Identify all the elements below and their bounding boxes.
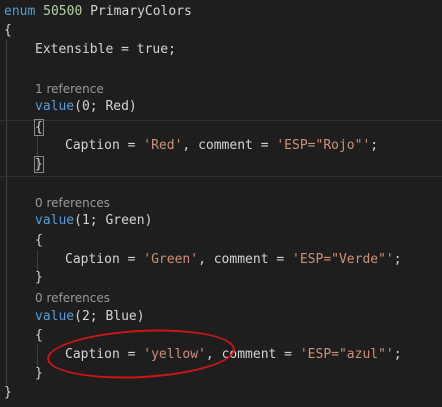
codelens-references[interactable]: 0 references [35, 289, 110, 308]
enum-close-brace: } [4, 385, 12, 400]
comment-string: 'ESP="Verde"' [292, 252, 394, 267]
indent-guide [6, 40, 7, 385]
property-value: true [136, 42, 169, 57]
value-keyword: value [35, 309, 75, 324]
caption-string: 'Red' [143, 138, 183, 153]
caption-keyword: Caption [65, 138, 120, 153]
enum-keyword: enum [4, 4, 36, 19]
property-end: ; [168, 42, 176, 57]
value-declaration-line[interactable]: value(0; Red) [35, 97, 137, 116]
value-declaration-line[interactable]: value(1; Green) [35, 211, 152, 230]
line-separator [0, 120, 442, 121]
caption-string: 'Green' [143, 252, 199, 267]
comment-keyword: comment [213, 252, 269, 267]
value-close-brace: } [34, 155, 44, 174]
enum-open-brace: { [4, 23, 12, 38]
value-declaration-line[interactable]: value(2; Blue) [35, 307, 145, 326]
value-args: (2; Blue) [74, 309, 145, 324]
value-close-brace: } [35, 366, 43, 381]
caption-line[interactable]: Caption = 'Red', comment = 'ESP="Rojo"'; [65, 136, 378, 155]
value-open-brace: { [35, 233, 43, 248]
enum-declaration-line[interactable]: enum 50500 PrimaryColors [4, 2, 192, 21]
value-open-brace: { [34, 118, 44, 137]
property-name: Extensible [35, 42, 114, 57]
value-keyword: value [35, 99, 75, 114]
value-close-brace: } [35, 270, 43, 285]
caption-string: 'yellow' [143, 347, 206, 362]
caption-keyword: Caption [65, 347, 120, 362]
code-editor[interactable]: enum 50500 PrimaryColors { Extensible = … [0, 0, 442, 407]
caption-line[interactable]: Caption = 'Green', comment = 'ESP="Verde… [65, 250, 402, 269]
enum-id: 50500 [43, 4, 83, 19]
property-eq: = [113, 42, 137, 57]
extensible-property-line[interactable]: Extensible = true; [35, 40, 176, 59]
comment-string: 'ESP="azul"' [299, 347, 394, 362]
value-keyword: value [35, 213, 75, 228]
comment-keyword: comment [198, 138, 253, 153]
value-args: (1; Green) [74, 213, 153, 228]
enum-name: PrimaryColors [90, 4, 192, 19]
comment-string: 'ESP="Rojo"' [276, 138, 371, 153]
comment-keyword: comment [221, 347, 277, 362]
value-args: (0; Red) [74, 99, 137, 114]
caption-keyword: Caption [65, 252, 120, 267]
value-open-brace: { [35, 328, 43, 343]
caption-line[interactable]: Caption = 'yellow', comment = 'ESP="azul… [65, 345, 402, 364]
matching-bracket-highlight: } [34, 156, 44, 173]
line-separator [0, 176, 442, 177]
matching-bracket-highlight: { [34, 119, 44, 136]
